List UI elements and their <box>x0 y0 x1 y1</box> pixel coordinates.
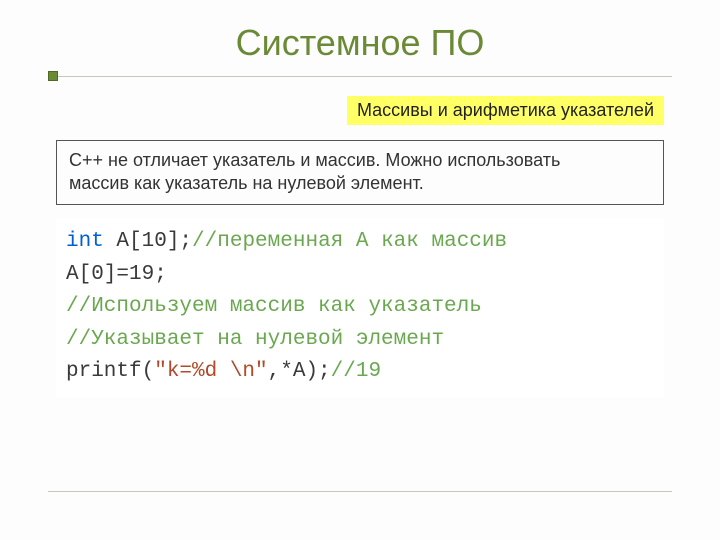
code-text: ,*A); <box>268 360 331 383</box>
title-bullet <box>48 71 58 81</box>
body-line-1: С++ не отличает указатель и массив. Можн… <box>69 150 560 170</box>
code-string: "k=%d \n" <box>154 360 267 383</box>
code-comment: //Используем массив как указатель <box>66 295 482 318</box>
code-text: A[10]; <box>116 230 192 253</box>
code-text: A[0]=19; <box>66 263 167 286</box>
divider-bottom <box>48 491 672 492</box>
code-block: int A[10];//переменная A как массив A[0]… <box>56 218 664 397</box>
code-text: printf( <box>66 360 154 383</box>
body-line-2: массив как указатель на нулевой элемент. <box>69 173 424 193</box>
subtitle-badge: Массивы и арифметика указателей <box>347 96 664 125</box>
code-keyword: int <box>66 230 104 253</box>
code-comment: //переменная A как массив <box>192 230 507 253</box>
page-title: Системное ПО <box>0 22 720 64</box>
code-comment: //19 <box>331 360 381 383</box>
code-comment: //Указывает на нулевой элемент <box>66 328 444 351</box>
body-text: С++ не отличает указатель и массив. Можн… <box>56 140 664 205</box>
divider-top <box>48 76 672 77</box>
